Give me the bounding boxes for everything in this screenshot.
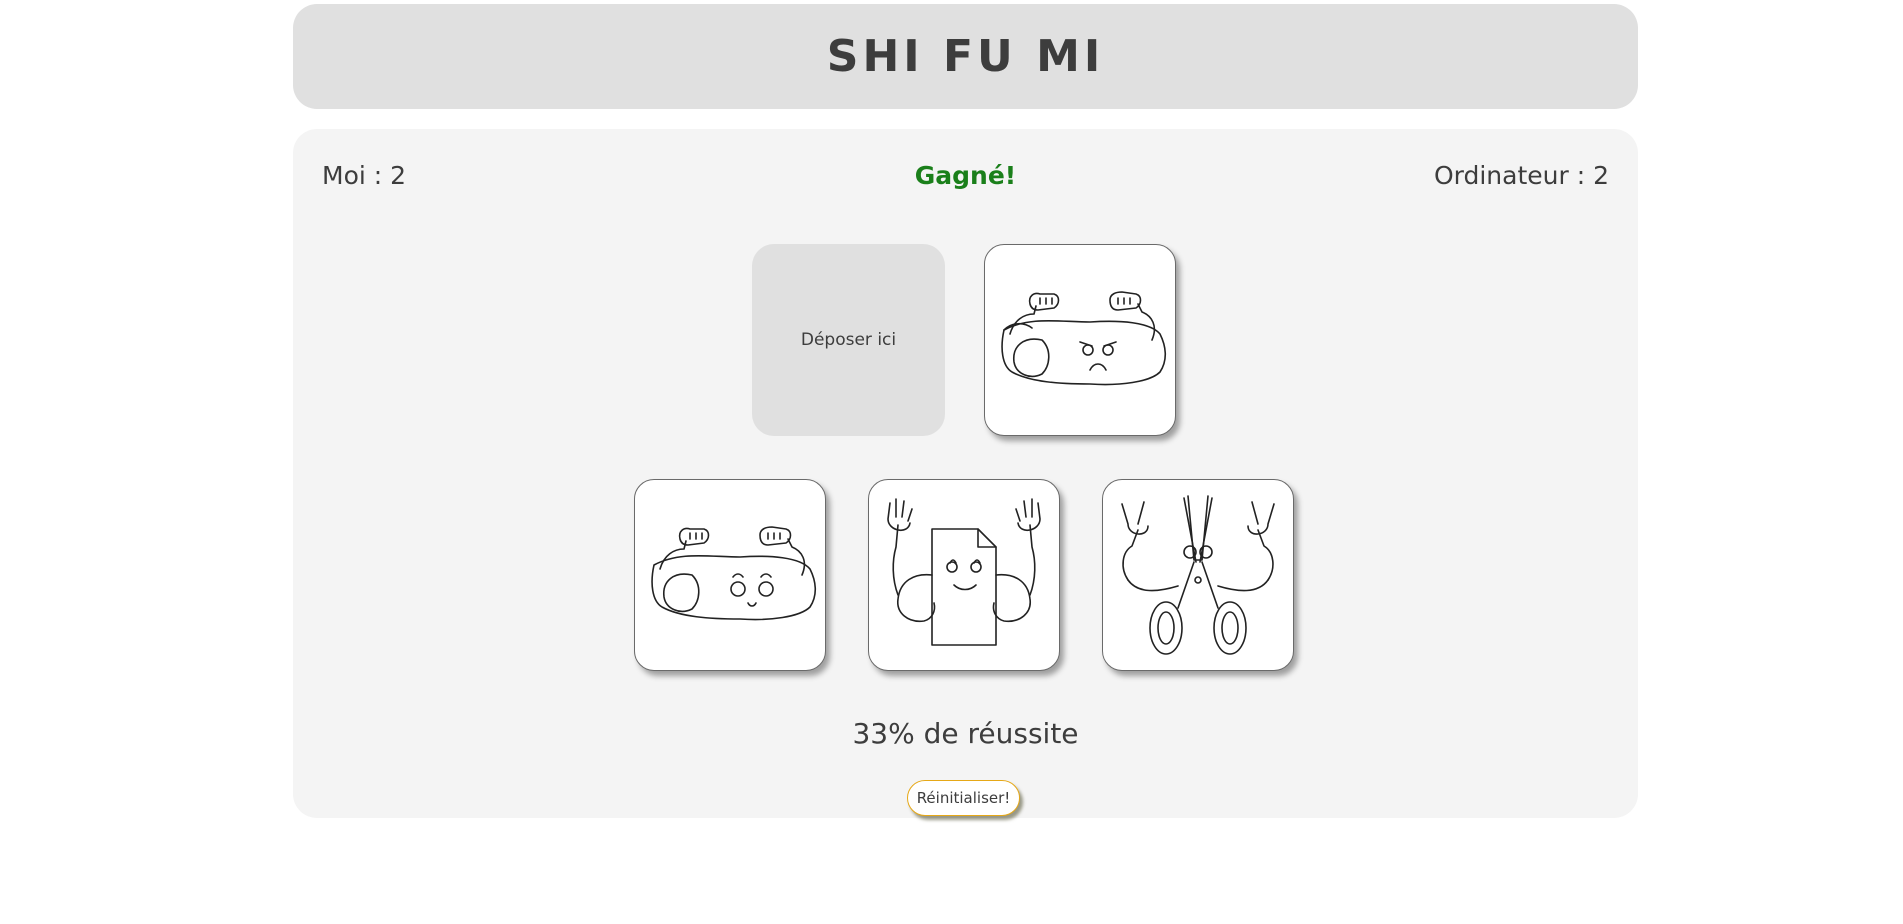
success-rate: 33% de réussite xyxy=(852,717,1079,750)
header: SHI FU MI xyxy=(293,4,1638,109)
computer-score: Ordinateur : 2 xyxy=(1433,161,1609,190)
scissors-icon xyxy=(1121,495,1275,655)
drop-zone[interactable]: Déposer ici xyxy=(752,244,945,436)
rock-angry-icon xyxy=(1001,291,1167,386)
page-title: SHI FU MI xyxy=(826,31,1105,82)
rock-happy-icon xyxy=(651,526,817,621)
drop-zone-label: Déposer ici xyxy=(800,330,897,350)
reset-button[interactable]: Réinitialiser! xyxy=(907,780,1020,816)
game-board: Moi : 2 Gagné! Ordinateur : 2 Déposer ic… xyxy=(293,129,1638,818)
computer-choice-card xyxy=(984,244,1176,436)
choice-scissors-card[interactable] xyxy=(1102,479,1294,671)
choice-rock-card[interactable] xyxy=(634,479,826,671)
choice-paper-card[interactable] xyxy=(868,479,1060,671)
paper-icon xyxy=(887,498,1041,646)
